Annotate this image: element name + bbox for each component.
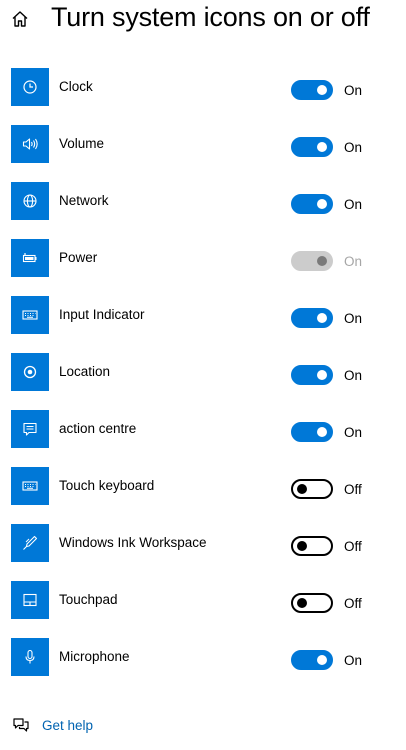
pen-icon [23, 535, 38, 550]
setting-label: Clock [59, 79, 93, 94]
icon-tile [11, 467, 49, 505]
toggle-state-label: On [344, 653, 363, 668]
get-help-label[interactable]: Get help [42, 718, 93, 733]
setting-label: Input Indicator [59, 307, 145, 322]
windows-ink-workspace-toggle[interactable] [291, 536, 333, 556]
setting-row-action-centre: action centre On [0, 410, 406, 467]
toggle-knob [317, 427, 327, 437]
get-help-link[interactable]: Get help [11, 715, 93, 735]
toggle-knob [317, 370, 327, 380]
toggle-knob [297, 541, 307, 551]
toggle-state-label: On [344, 140, 363, 155]
setting-row-microphone: Microphone On [0, 638, 406, 695]
setting-label: Windows Ink Workspace [59, 535, 207, 550]
icon-tile [11, 182, 49, 220]
page-title: Turn system icons on or off [51, 2, 370, 32]
setting-row-touchpad: Touchpad Off [0, 581, 406, 638]
setting-row-touch-keyboard: Touch keyboard Off [0, 467, 406, 524]
setting-label: Network [59, 193, 109, 208]
clock-toggle[interactable] [291, 80, 333, 100]
toggle-knob [317, 199, 327, 209]
setting-label: Power [59, 250, 98, 265]
setting-label: Touch keyboard [59, 478, 155, 493]
volume-toggle[interactable] [291, 137, 333, 157]
icon-tile [11, 68, 49, 106]
page-header: Turn system icons on or off [0, 0, 406, 44]
battery-icon [22, 253, 37, 263]
clock-icon [23, 80, 37, 94]
toggle-state-label: On [344, 311, 363, 326]
action-centre-toggle[interactable] [291, 422, 333, 442]
setting-row-volume: Volume On [0, 125, 406, 182]
network-icon [23, 194, 37, 208]
touch-keyboard-icon [22, 481, 38, 491]
toggle-knob [297, 484, 307, 494]
microphone-toggle[interactable] [291, 650, 333, 670]
icon-tile [11, 296, 49, 334]
icon-tile [11, 125, 49, 163]
toggle-state-label: On [344, 425, 363, 440]
toggle-state-label: Off [344, 539, 362, 554]
touch-keyboard-toggle[interactable] [291, 479, 333, 499]
location-icon [23, 365, 37, 379]
home-button[interactable] [9, 8, 31, 30]
icon-tile [11, 524, 49, 562]
help-chat-icon [11, 716, 31, 734]
toggle-state-label: On [344, 368, 363, 383]
toggle-knob [317, 655, 327, 665]
touchpad-toggle[interactable] [291, 593, 333, 613]
network-toggle[interactable] [291, 194, 333, 214]
icon-tile [11, 239, 49, 277]
toggle-state-label: Off [344, 596, 362, 611]
setting-row-clock: Clock On [0, 68, 406, 125]
keyboard-icon [22, 310, 38, 320]
icon-tile [11, 410, 49, 448]
setting-label: Touchpad [59, 592, 118, 607]
settings-list: Clock On Volume On Network On Power On I… [0, 68, 406, 695]
toggle-knob [317, 313, 327, 323]
setting-row-windows-ink-workspace: Windows Ink Workspace Off [0, 524, 406, 581]
toggle-state-label: On [344, 83, 363, 98]
input-indicator-toggle[interactable] [291, 308, 333, 328]
setting-row-location: Location On [0, 353, 406, 410]
toggle-state-label: Off [344, 482, 362, 497]
icon-tile [11, 638, 49, 676]
toggle-state-label: On [344, 254, 363, 269]
toggle-knob [297, 598, 307, 608]
microphone-icon [25, 649, 35, 664]
toggle-state-label: On [344, 197, 363, 212]
action-centre-icon [23, 422, 37, 436]
setting-row-input-indicator: Input Indicator On [0, 296, 406, 353]
toggle-knob [317, 256, 327, 266]
setting-label: Location [59, 364, 111, 379]
toggle-knob [317, 85, 327, 95]
setting-row-network: Network On [0, 182, 406, 239]
power-toggle [291, 251, 333, 271]
icon-tile [11, 353, 49, 391]
location-toggle[interactable] [291, 365, 333, 385]
setting-label: Volume [59, 136, 105, 151]
icon-tile [11, 581, 49, 619]
setting-row-power: Power On [0, 239, 406, 296]
home-icon [12, 11, 28, 27]
setting-label: Microphone [59, 649, 130, 664]
volume-icon [22, 138, 38, 150]
setting-label: action centre [59, 421, 137, 436]
toggle-knob [317, 142, 327, 152]
touchpad-icon [23, 593, 37, 607]
